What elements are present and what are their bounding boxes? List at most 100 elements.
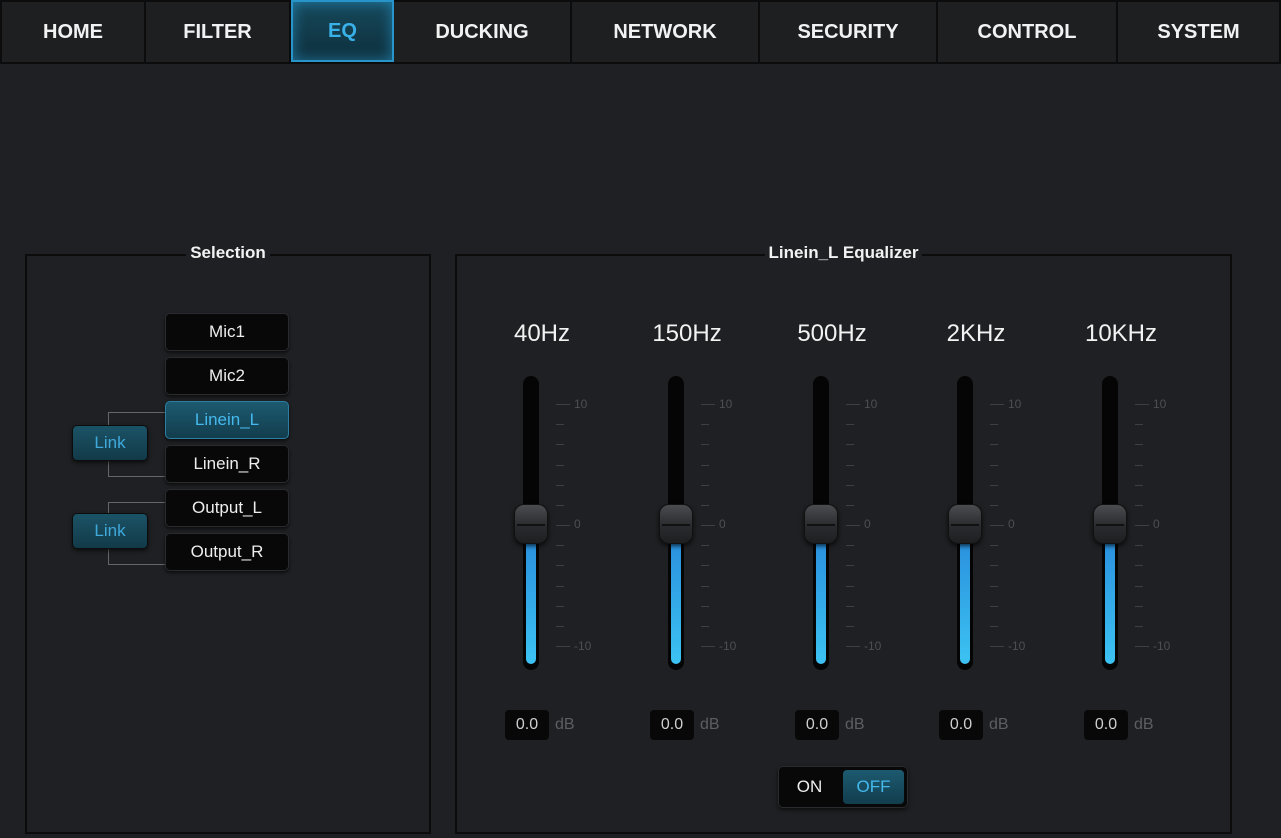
- scale-tick: [701, 404, 715, 405]
- link-linein-button[interactable]: Link: [72, 425, 148, 461]
- scale-label: -10: [864, 639, 882, 653]
- band-gain-value[interactable]: 0.0: [795, 710, 839, 740]
- scale-label: 10: [719, 397, 733, 411]
- scale-tick: [701, 525, 715, 526]
- scale-tick: [701, 646, 715, 647]
- tab-control[interactable]: CONTROL: [938, 0, 1118, 62]
- scale-tick: [556, 585, 564, 587]
- scale-tick: [556, 484, 564, 486]
- tab-network[interactable]: NETWORK: [572, 0, 760, 62]
- band-gain-unit: dB: [845, 716, 865, 733]
- scale-tick: [556, 424, 564, 426]
- band-gain-value[interactable]: 0.0: [939, 710, 983, 740]
- scale-tick: [1135, 504, 1143, 506]
- tab-ducking[interactable]: DUCKING: [394, 0, 572, 62]
- scale-tick: [990, 444, 998, 446]
- scale-tick: [990, 545, 998, 547]
- band-frequency-label: 500Hz: [797, 320, 867, 347]
- eq-band-150hz: 150Hz 10 0 -10 0.0 dB: [617, 310, 757, 750]
- tab-eq[interactable]: EQ: [291, 0, 394, 62]
- scale-label: -10: [1153, 639, 1171, 653]
- band-gain-unit: dB: [1134, 716, 1154, 733]
- band-gain-unit: dB: [989, 716, 1009, 733]
- scale-tick: [990, 404, 1004, 405]
- scale-tick: [701, 484, 709, 486]
- band-frequency-label: 10KHz: [1084, 320, 1158, 347]
- scale-tick: [1135, 646, 1149, 647]
- eq-band-2khz: 2KHz 10 0 -10 0.0 dB: [906, 310, 1046, 750]
- eq-slider-thumb[interactable]: [659, 504, 693, 544]
- scale-tick: [556, 504, 564, 506]
- scale-tick: [990, 585, 998, 587]
- scale-label: 10: [1008, 397, 1022, 411]
- scale-tick: [556, 646, 570, 647]
- scale-tick: [846, 484, 854, 486]
- scale-label: -10: [1008, 639, 1026, 653]
- eq-slider-thumb[interactable]: [514, 504, 548, 544]
- tab-system[interactable]: SYSTEM: [1118, 0, 1281, 62]
- channel-mic1-button[interactable]: Mic1: [165, 313, 289, 351]
- eq-band-500hz: 500Hz 10 0 -10 0.0 dB: [762, 310, 902, 750]
- scale-label: 0: [1153, 517, 1160, 531]
- band-gain-unit: dB: [555, 716, 575, 733]
- scale-tick: [1135, 464, 1143, 466]
- scale-label: 0: [719, 517, 726, 531]
- band-gain-value[interactable]: 0.0: [650, 710, 694, 740]
- scale-tick: [701, 504, 709, 506]
- eq-slider-thumb[interactable]: [948, 504, 982, 544]
- tab-home[interactable]: HOME: [0, 0, 146, 62]
- scale-tick: [556, 444, 564, 446]
- scale-tick: [990, 646, 1004, 647]
- scale-tick: [990, 525, 1004, 526]
- eq-slider-thumb[interactable]: [1093, 504, 1127, 544]
- eq-toggle[interactable]: ON OFF: [778, 766, 908, 808]
- scale-tick: [1135, 424, 1143, 426]
- channel-linein-r-button[interactable]: Linein_R: [165, 445, 289, 483]
- scale-tick: [990, 605, 998, 607]
- scale-tick: [1135, 565, 1143, 567]
- band-gain-value[interactable]: 0.0: [505, 710, 549, 740]
- selection-title: Selection: [27, 243, 429, 263]
- scale-label: 10: [1153, 397, 1167, 411]
- eq-slider-fill: [526, 538, 536, 664]
- scale-tick: [1135, 545, 1143, 547]
- scale-tick: [1135, 525, 1149, 526]
- equalizer-title: Linein_L Equalizer: [457, 243, 1230, 263]
- channel-output-r-button[interactable]: Output_R: [165, 533, 289, 571]
- scale-tick: [846, 404, 860, 405]
- tab-filter[interactable]: FILTER: [146, 0, 291, 62]
- scale-tick: [556, 404, 570, 405]
- scale-tick: [990, 504, 998, 506]
- scale-tick: [1135, 484, 1143, 486]
- scale-tick: [846, 545, 854, 547]
- channel-output-l-button[interactable]: Output_L: [165, 489, 289, 527]
- eq-on-option[interactable]: ON: [779, 767, 840, 807]
- scale-tick: [1135, 404, 1149, 405]
- scale-tick: [701, 464, 709, 466]
- scale-tick: [701, 625, 709, 627]
- scale-tick: [701, 424, 709, 426]
- scale-tick: [701, 545, 709, 547]
- scale-label: 10: [864, 397, 878, 411]
- scale-tick: [846, 605, 854, 607]
- channel-mic2-button[interactable]: Mic2: [165, 357, 289, 395]
- eq-slider-thumb[interactable]: [804, 504, 838, 544]
- band-gain-value[interactable]: 0.0: [1084, 710, 1128, 740]
- scale-tick: [701, 585, 709, 587]
- channel-linein-l-button[interactable]: Linein_L: [165, 401, 289, 439]
- band-frequency-label: 150Hz: [652, 320, 722, 347]
- link-output-button[interactable]: Link: [72, 513, 148, 549]
- eq-off-option[interactable]: OFF: [843, 770, 904, 804]
- eq-slider-fill: [1105, 538, 1115, 664]
- scale-tick: [701, 565, 709, 567]
- eq-slider-fill: [671, 538, 681, 664]
- scale-label: -10: [719, 639, 737, 653]
- scale-tick: [846, 625, 854, 627]
- tab-security[interactable]: SECURITY: [760, 0, 938, 62]
- band-frequency-label: 2KHz: [946, 320, 1006, 347]
- scale-label: 0: [574, 517, 581, 531]
- scale-tick: [556, 464, 564, 466]
- scale-tick: [701, 444, 709, 446]
- scale-label: -10: [574, 639, 592, 653]
- scale-label: 0: [864, 517, 871, 531]
